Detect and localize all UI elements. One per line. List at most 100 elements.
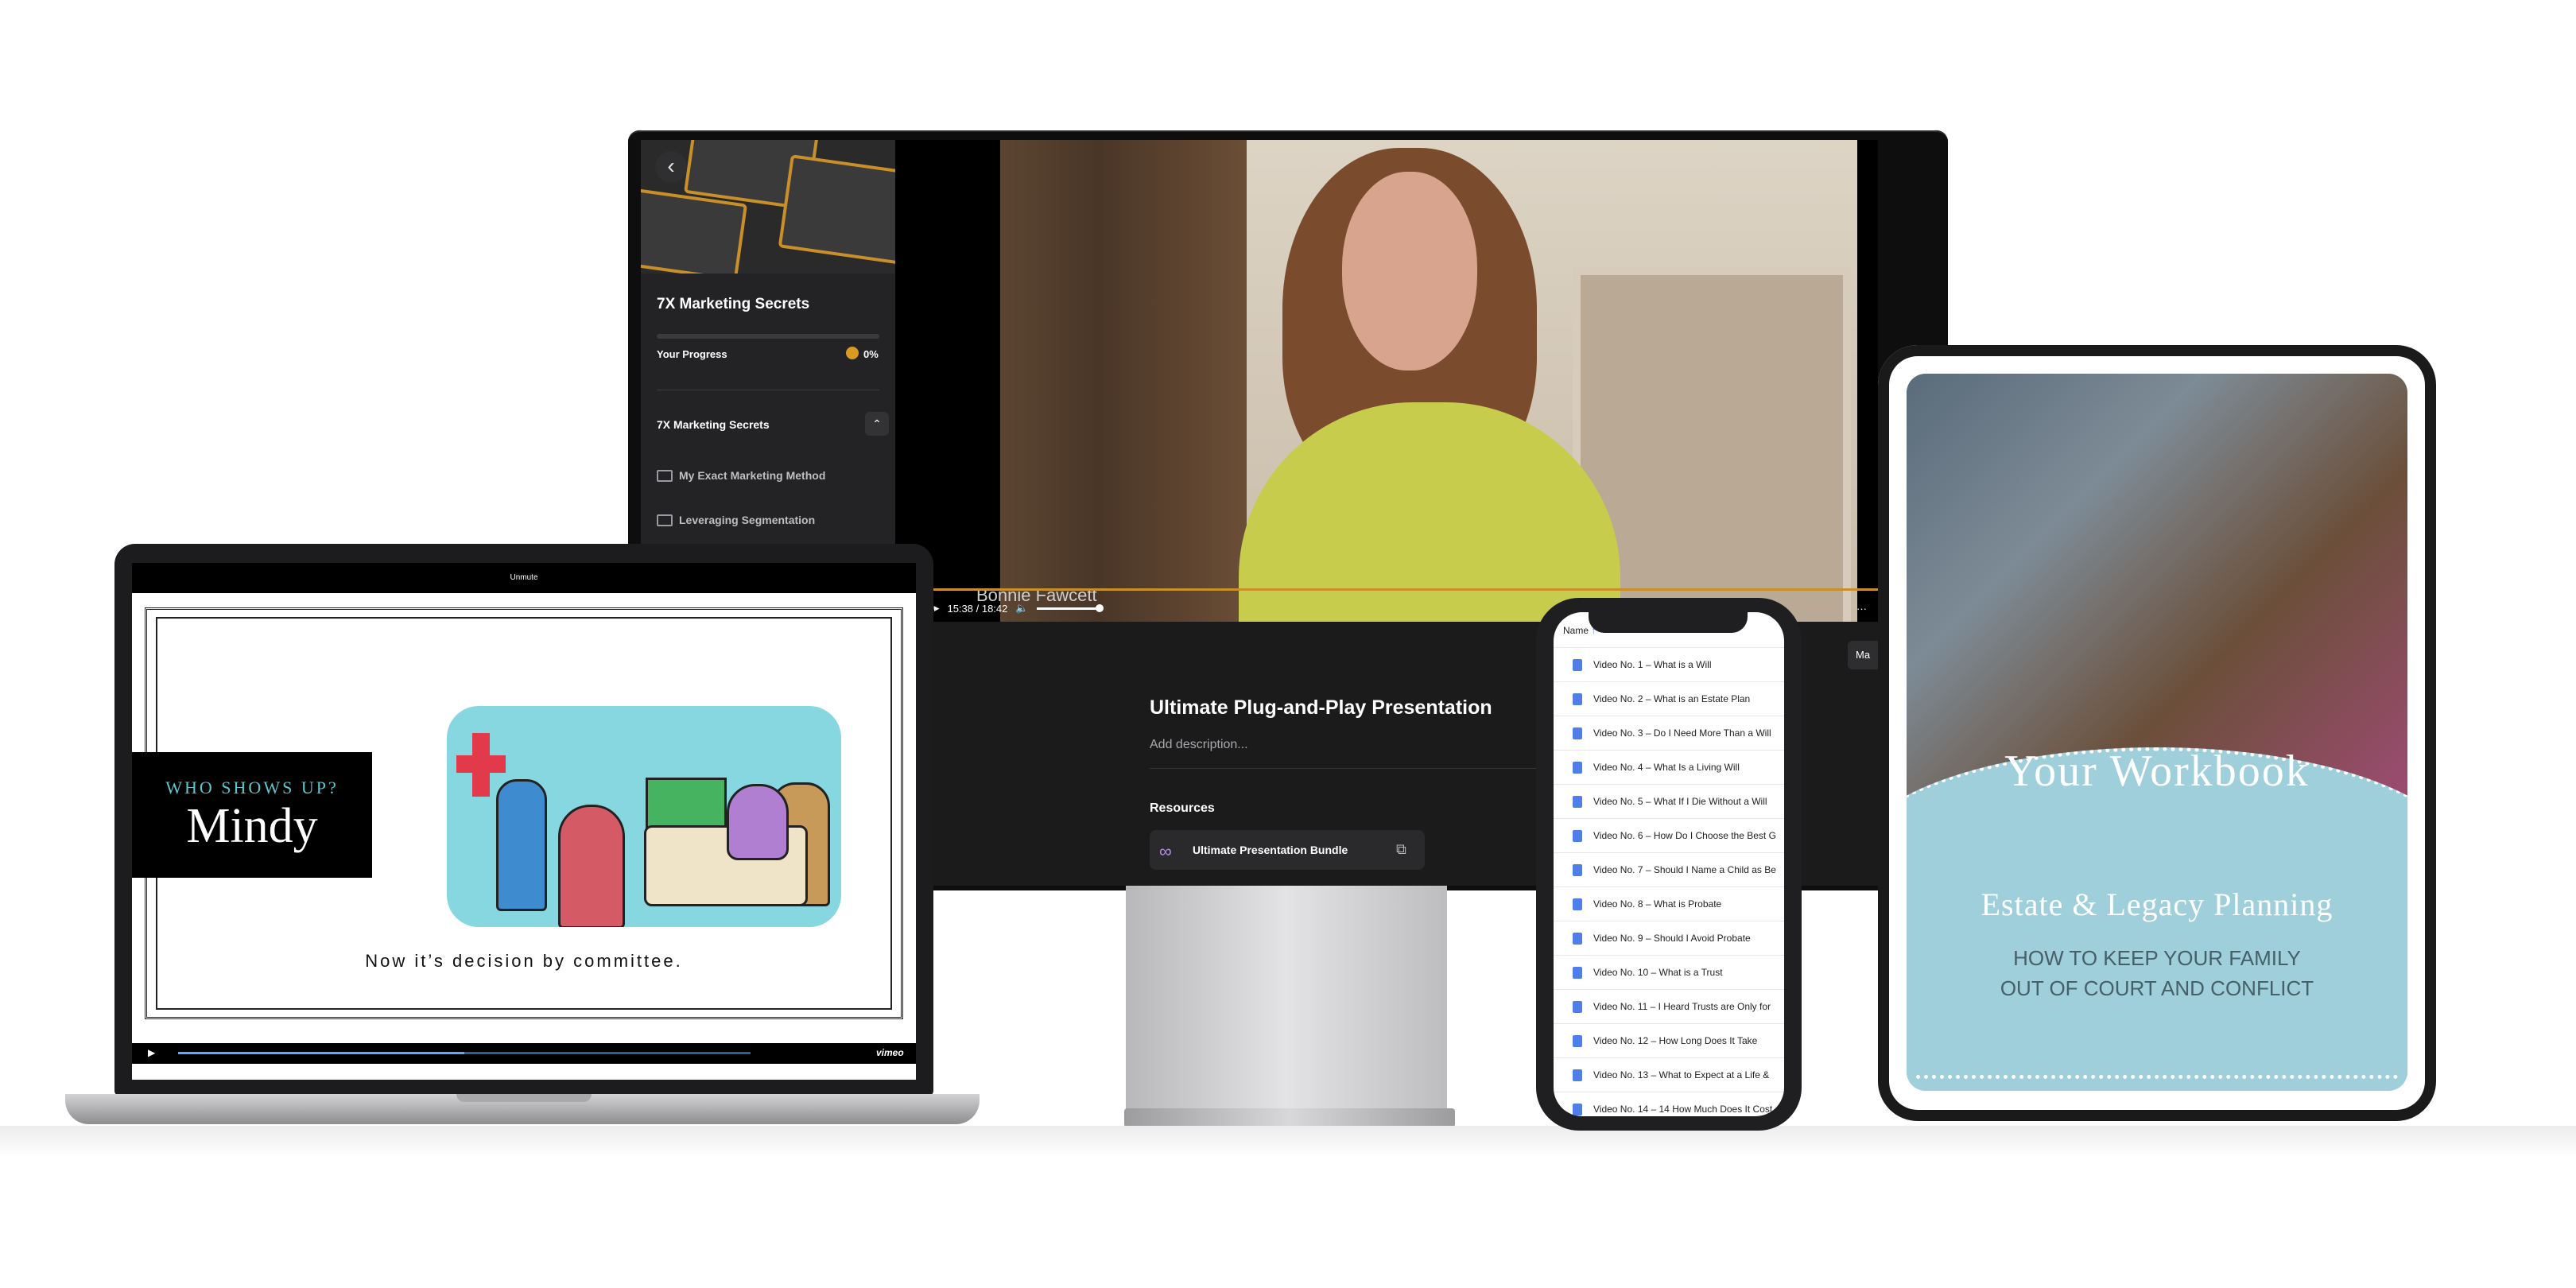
speaker-face (1342, 172, 1477, 370)
slide-caption: Now it’s decision by committee. (365, 951, 683, 971)
document-icon (1573, 1034, 1582, 1047)
floor-shadow (0, 1126, 2576, 1158)
lesson-item[interactable]: My Exact Marketing Method (657, 469, 825, 482)
file-row[interactable]: Video No. 8 – What is Probate (1554, 886, 1784, 921)
heart-monitor (646, 778, 727, 830)
laptop-scrub-fill (178, 1052, 464, 1054)
file-name: Video No. 1 – What is a Will (1593, 659, 1712, 670)
ellipsis-icon[interactable]: ··· (1856, 603, 1867, 615)
file-name: Video No. 10 – What is a Trust (1593, 967, 1723, 978)
file-name: Video No. 6 – How Do I Choose the Best G (1593, 830, 1776, 841)
file-name: Video No. 7 – Should I Name a Child as B… (1593, 864, 1776, 875)
phone-notch (1589, 609, 1748, 633)
video-player[interactable]: Bonnie Fawcett 10 10▸ 15:38 / 18:42 🔈 ··… (895, 140, 1878, 622)
chevron-left-icon: ‹ (667, 153, 675, 178)
file-name: Video No. 12 – How Long Does It Take (1593, 1035, 1758, 1046)
vimeo-logo[interactable]: vimeo (876, 1047, 904, 1058)
slide-kicker: WHO SHOWS UP? (165, 778, 339, 797)
laptop-scrub-bar[interactable] (178, 1052, 751, 1054)
resources-heading: Resources (1150, 801, 1215, 815)
play-icon[interactable]: ▶ (148, 1047, 155, 1058)
phone-screen: Name ↑ Video No. 1 – What is a Will Video… (1554, 612, 1784, 1116)
file-row[interactable]: Video No. 10 – What is a Trust (1554, 955, 1784, 989)
volume-slider[interactable] (1036, 603, 1104, 612)
module-collapse-button[interactable]: ⌃ (865, 412, 889, 436)
file-name: Video No. 11 – I Heard Trusts are Only f… (1593, 1001, 1771, 1012)
video-scrub-bar[interactable] (895, 588, 1878, 591)
progress-value: 0% (863, 348, 879, 360)
document-icon (1573, 829, 1582, 842)
unmute-bar[interactable]: Unmute (132, 563, 916, 593)
file-name: Video No. 14 – 14 How Much Does It Cost (1593, 1104, 1773, 1115)
lesson-title: Ultimate Plug-and-Play Presentation (1150, 696, 1492, 719)
file-row[interactable]: Video No. 3 – Do I Need More Than a Will (1554, 716, 1784, 750)
side-tab[interactable]: Ma (1848, 641, 1878, 669)
barn-door (1000, 140, 1247, 622)
link-icon: ∞ (1159, 841, 1172, 861)
file-name: Video No. 13 – What to Expect at a Life … (1593, 1069, 1770, 1080)
woman-figure (558, 805, 625, 927)
file-row[interactable]: Video No. 9 – Should I Avoid Probate (1554, 921, 1784, 955)
module-title[interactable]: 7X Marketing Secrets (657, 418, 770, 431)
video-camera-icon (657, 514, 673, 526)
man-figure (496, 779, 547, 911)
document-icon (1573, 692, 1582, 705)
back-button[interactable]: ‹ (655, 151, 687, 183)
file-row[interactable]: Video No. 4 – What Is a Living Will (1554, 750, 1784, 784)
file-row[interactable]: Video No. 11 – I Heard Trusts are Only f… (1554, 989, 1784, 1023)
document-icon (1573, 1103, 1582, 1115)
file-row[interactable]: Video No. 5 – What If I Die Without a Wi… (1554, 784, 1784, 818)
video-camera-icon (657, 469, 673, 482)
speaker-icon[interactable]: 🔈 (1015, 602, 1028, 615)
chevron-up-icon: ⌃ (872, 417, 882, 430)
resource-name: Ultimate Presentation Bundle (1193, 844, 1348, 856)
tablet-screen: Your Workbook Estate & Legacy Planning H… (1907, 374, 2407, 1091)
file-name: Video No. 3 – Do I Need More Than a Will (1593, 727, 1771, 739)
video-frame (1000, 140, 1857, 622)
document-icon (1573, 1000, 1582, 1013)
lesson-description-field[interactable]: Add description... (1150, 738, 1248, 752)
document-icon (1573, 761, 1582, 774)
lesson-label: My Exact Marketing Method (679, 469, 826, 482)
file-row[interactable]: Video No. 2 – What is an Estate Plan (1554, 681, 1784, 716)
document-icon (1573, 966, 1582, 979)
progress-bar (657, 334, 879, 339)
vimeo-controls: ▶ vimeo (132, 1043, 916, 1064)
resource-link[interactable]: ∞ Ultimate Presentation Bundle ⧉ (1150, 830, 1425, 870)
progress-coin-icon (846, 347, 859, 359)
file-name: Video No. 9 – Should I Avoid Probate (1593, 933, 1751, 944)
file-name: Video No. 4 – What Is a Living Will (1593, 762, 1740, 773)
file-row[interactable]: Video No. 6 – How Do I Choose the Best G (1554, 818, 1784, 852)
document-icon (1573, 795, 1582, 808)
document-icon (1573, 932, 1582, 945)
file-row[interactable]: Video No. 13 – What to Expect at a Life … (1554, 1057, 1784, 1092)
workbook-subtitle: Estate & Legacy Planning (1980, 886, 2334, 922)
workbook-tagline-2: OUT OF COURT AND CONFLICT (2000, 976, 2314, 1000)
patient-figure (727, 784, 789, 860)
file-name: Video No. 8 – What is Probate (1593, 898, 1722, 910)
document-icon (1573, 863, 1582, 876)
file-row[interactable]: Video No. 14 – 14 How Much Does It Cost (1554, 1092, 1784, 1116)
file-row[interactable]: Video No. 12 – How Long Does It Take (1554, 1023, 1784, 1057)
lesson-label: Leveraging Segmentation (679, 514, 816, 526)
unmute-button[interactable]: Unmute (510, 573, 537, 582)
progress-label: Your Progress (657, 348, 727, 360)
external-link-icon[interactable]: ⧉ (1396, 841, 1406, 858)
divider (1150, 768, 1579, 769)
workbook-tagline-1: HOW TO KEEP YOUR FAMILY (2013, 946, 2301, 970)
laptop-notch (456, 1094, 592, 1102)
file-name: Video No. 2 – What is an Estate Plan (1593, 693, 1751, 704)
course-title: 7X Marketing Secrets (657, 296, 810, 312)
dotted-rule (1916, 1075, 2398, 1079)
hospital-illustration (447, 706, 841, 927)
monitor-foot (1124, 1108, 1455, 1127)
file-row[interactable]: Video No. 1 – What is a Will (1554, 647, 1784, 681)
file-row[interactable]: Video No. 7 – Should I Name a Child as B… (1554, 852, 1784, 886)
volume-knob[interactable] (1095, 603, 1104, 612)
file-name: Video No. 5 – What If I Die Without a Wi… (1593, 796, 1767, 807)
lesson-item[interactable]: Leveraging Segmentation (657, 514, 815, 526)
time-readout: 15:38 / 18:42 (947, 602, 1008, 615)
document-icon (1573, 1069, 1582, 1081)
workbook-title: Your Workbook (2004, 747, 2310, 796)
laptop-screen: Unmute WHO SHOWS UP? Mindy Now it’s deci… (132, 563, 916, 1080)
